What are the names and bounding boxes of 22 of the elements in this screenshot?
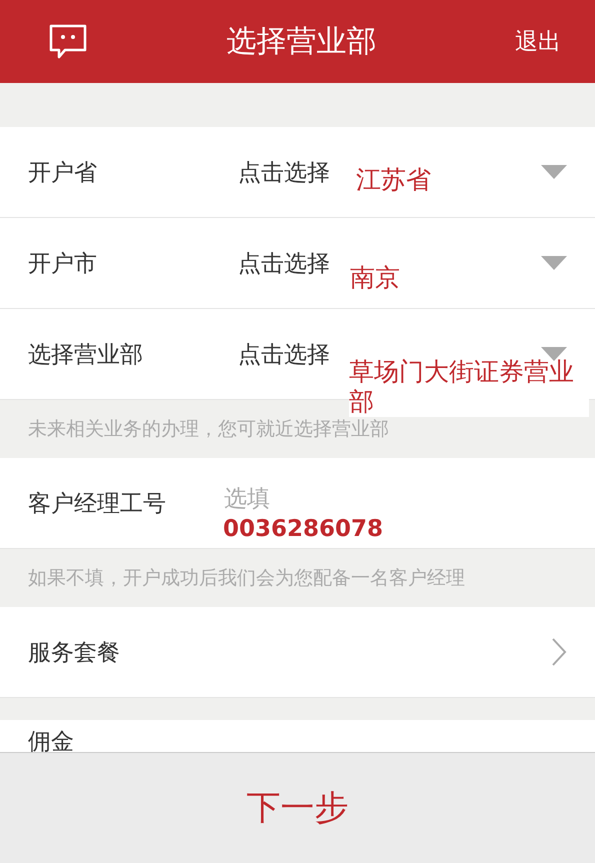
field-label: 开户市 <box>28 250 98 278</box>
hint-text: 如果不填，开户成功后我们会为您配备一名客户经理 <box>28 566 465 591</box>
hint-text: 未来相关业务的办理，您可就近选择营业部 <box>28 417 389 442</box>
field-label: 服务套餐 <box>28 638 121 668</box>
select-field[interactable]: 点击选择 <box>238 248 330 278</box>
field-label: 开户省 <box>28 158 98 188</box>
dropdown-icon[interactable] <box>541 256 567 270</box>
select-field[interactable]: 点击选择 <box>238 156 330 188</box>
field-label: 客户经理工号 <box>28 490 167 518</box>
dropdown-icon[interactable] <box>541 165 567 179</box>
exit-button[interactable]: 退出 <box>515 26 561 57</box>
list-item[interactable]: 服务套餐 <box>0 607 595 698</box>
field-label: 佣金 <box>28 728 75 752</box>
next-button[interactable]: 下一步 <box>240 784 354 832</box>
annotation: 草场门大街证券营业部 <box>349 357 589 417</box>
annotation: 0036286078 <box>223 516 383 544</box>
page-title: 选择营业部 <box>226 23 376 61</box>
field-label: 选择营业部 <box>28 340 144 370</box>
chat-icon[interactable] <box>48 22 88 60</box>
dropdown-icon[interactable] <box>541 347 567 361</box>
chevron-right-icon <box>551 637 567 667</box>
select-field[interactable]: 点击选择 <box>238 338 330 370</box>
